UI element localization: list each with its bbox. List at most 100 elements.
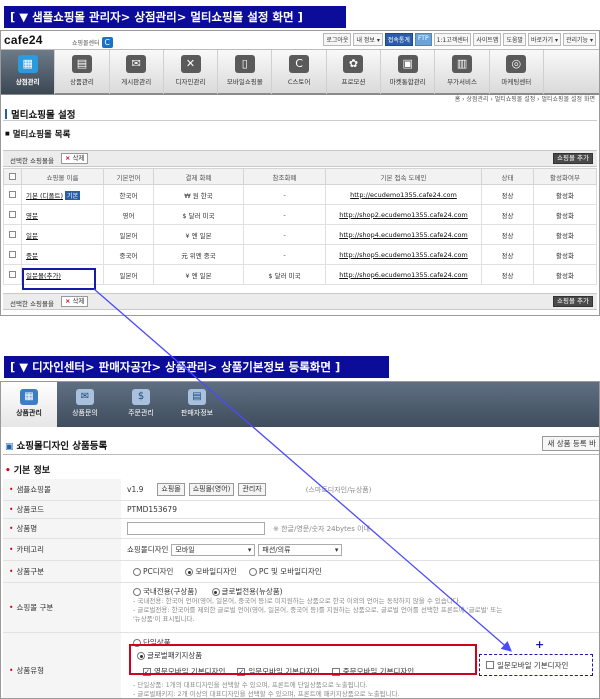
logo-subtitle: 쇼핑몰센터 C [72, 37, 113, 48]
basic-info-title: 기본 정보 [5, 463, 50, 476]
menu-addon[interactable]: ▥ 부가서비스 [435, 50, 490, 94]
col-name: 쇼핑몰 이름 [21, 168, 104, 185]
delete-x-icon: × [65, 297, 71, 305]
admin-button[interactable]: 관리자 [238, 483, 266, 496]
tab-product-manage[interactable]: ▦ 상품관리 [1, 382, 57, 427]
delete-x-icon: × [65, 154, 71, 162]
mall-kind-note: '뉴상품'이 표시됩니다. [133, 615, 195, 623]
mall-button[interactable]: 쇼핑몰 [157, 483, 185, 496]
order-tab-icon: $ [132, 389, 150, 405]
cell-active: 활성화 [533, 204, 597, 225]
shop-name-link[interactable]: 중문 [26, 252, 38, 260]
product-name-input[interactable] [127, 522, 265, 535]
radio-pc-mobile-design[interactable]: PC 및 모바일디자인 [248, 566, 322, 577]
divider [3, 454, 599, 455]
domain-link[interactable]: http://ecudemo1355.cafe24.com [350, 191, 457, 199]
row-sample-mall: 샘플쇼핑몰 v1.9 쇼핑몰 쇼핑몰(영어) 관리자 (스마트디자인/뉴상품) [3, 479, 599, 501]
shop-name-link[interactable]: 일문 [26, 232, 38, 240]
cafe24-logo[interactable]: cafe24 [4, 33, 43, 47]
product-tab-icon: ▦ [20, 389, 38, 405]
default-badge: 기본 [65, 190, 81, 200]
add-shop-button[interactable]: 쇼핑몰 추가 [553, 153, 593, 164]
help-link[interactable]: 도움말 [503, 33, 526, 46]
domain-link[interactable]: http://shop5.ecudemo1355.cafe24.com [339, 251, 468, 259]
checkbox-icon [486, 661, 494, 669]
delete-button[interactable]: × 삭제 [61, 153, 89, 164]
cell-language: 일본어 [103, 224, 154, 245]
logout-link[interactable]: 로그아웃 [323, 33, 352, 46]
logo-c-icon: C [101, 37, 113, 48]
row-checkbox[interactable] [9, 231, 16, 238]
product-code-value: PTMD153679 [127, 505, 177, 514]
sitemap-link[interactable]: 사이트맵 [473, 33, 502, 46]
table-row: 기본 (디폴트) 기본 한국어 ₩ 원 한국 - http://ecudemo13… [3, 184, 597, 205]
category-select-2[interactable]: 패션/의류 ▾ [258, 543, 343, 556]
shortcut-link[interactable]: 바로가기 ▾ [528, 33, 561, 46]
menu-shop-settings[interactable]: ▦ 상점관리 [1, 50, 56, 94]
col-language: 기본언어 [103, 168, 154, 185]
tab-seller-info[interactable]: ▤ 판매자정보 [169, 382, 225, 427]
cell-ref-currency: - [243, 184, 326, 205]
admin-topbar: cafe24 쇼핑몰센터 C 로그아웃 내 정보 ▾ 접속통계 FTP 1:1고객… [1, 31, 599, 49]
page-title: 멀티쇼핑몰 설정 [5, 107, 76, 121]
stats-link[interactable]: 접속통계 [384, 33, 413, 46]
col-currency: 결제 화폐 [153, 168, 244, 185]
menu-marketing[interactable]: ◎ 마케팅센터 [490, 50, 544, 94]
admin-func-link[interactable]: 관리기능 ▾ [563, 33, 596, 46]
add-shop-button[interactable]: 쇼핑몰 추가 [553, 296, 593, 307]
list-toolbar-top: 선택한 쇼핑몰을 × 삭제 쇼핑몰 추가 [3, 150, 597, 167]
plus-sign: + [535, 638, 545, 651]
label-category: 카테고리 [3, 539, 121, 560]
cell-status: 정상 [481, 224, 534, 245]
tab-order-manage[interactable]: $ 주문관리 [113, 382, 169, 427]
cell-currency: ¥ 엔 일본 [153, 224, 244, 245]
mall-en-button[interactable]: 쇼핑몰(영어) [188, 483, 235, 496]
radio-domestic[interactable]: 국내전용(구상품) [133, 587, 197, 596]
radio-global[interactable]: 글로벌전용(뉴상품) [211, 587, 283, 596]
cell-language: 일본어 [103, 264, 154, 285]
menu-products[interactable]: ▤ 상품관리 [55, 50, 110, 94]
mobile-icon: ▯ [234, 55, 255, 73]
cell-language: 중국어 [103, 244, 154, 265]
select-all-header[interactable] [3, 168, 22, 185]
radio-mobile-design[interactable]: 모바일디자인 [185, 566, 237, 577]
row-checkbox[interactable] [9, 211, 16, 218]
chevron-down-icon: ▾ [334, 545, 339, 554]
breadcrumb: 홈 › 상점관리 › 멀티쇼핑몰 설정 › 멀티쇼핑몰 설정 화면 [454, 96, 595, 103]
promotion-icon: ✿ [343, 55, 364, 73]
menu-market[interactable]: ▣ 마켓통합관리 [381, 50, 436, 94]
added-jp-mobile-design[interactable]: 일문모바일 기본디자인 [479, 654, 593, 676]
menu-design[interactable]: ✕ 디자인관리 [164, 50, 219, 94]
domain-link[interactable]: http://shop2.ecudemo1355.cafe24.com [339, 211, 468, 219]
row-checkbox[interactable] [9, 251, 16, 258]
row-product-type: 상품구분 PC디자인 모바일디자인 PC 및 모바일디자인 [3, 561, 599, 583]
marketing-icon: ◎ [506, 55, 527, 73]
col-status: 상태 [481, 168, 534, 185]
menu-board[interactable]: ✉ 게시판관리 [110, 50, 164, 94]
menu-promotion[interactable]: ✿ 프로모션 [327, 50, 382, 94]
row-checkbox[interactable] [9, 271, 16, 278]
shop-name-link[interactable]: 기본 (디폴트) [26, 192, 63, 200]
category-prefix: 쇼핑몰디자인 [127, 545, 169, 554]
menu-c-store[interactable]: C C스토어 [272, 50, 327, 94]
my-info-link[interactable]: 내 정보 ▾ [353, 33, 383, 46]
select-all-checkbox[interactable] [9, 173, 16, 180]
cell-active: 활성화 [533, 264, 597, 285]
admin-panel: cafe24 쇼핑몰센터 C 로그아웃 내 정보 ▾ 접속통계 FTP 1:1고객… [0, 30, 600, 316]
domain-link[interactable]: http://shop4.ecudemo1355.cafe24.com [339, 231, 468, 239]
new-product-button[interactable]: 새 상품 등록 바 [542, 436, 599, 451]
inquiry-tab-icon: ✉ [76, 389, 94, 405]
shop-name-link[interactable]: 영문 [26, 212, 38, 220]
support-link[interactable]: 1:1고객센터 [433, 33, 472, 46]
ftp-link[interactable]: FTP [414, 33, 432, 46]
tab-product-inquiry[interactable]: ✉ 상품문의 [57, 382, 113, 427]
menu-mobile[interactable]: ▯ 모바일쇼핑몰 [218, 50, 273, 94]
radio-pc-design[interactable]: PC디자인 [133, 566, 173, 577]
cell-status: 정상 [481, 184, 534, 205]
c-store-icon: C [289, 55, 310, 73]
cell-ref-currency: - [243, 204, 326, 225]
delete-button[interactable]: × 삭제 [61, 296, 89, 307]
domain-link[interactable]: http://shop6.ecudemo1355.cafe24.com [339, 271, 468, 279]
category-select-1[interactable]: 모바일 ▾ [171, 543, 256, 556]
row-checkbox[interactable] [9, 191, 16, 198]
